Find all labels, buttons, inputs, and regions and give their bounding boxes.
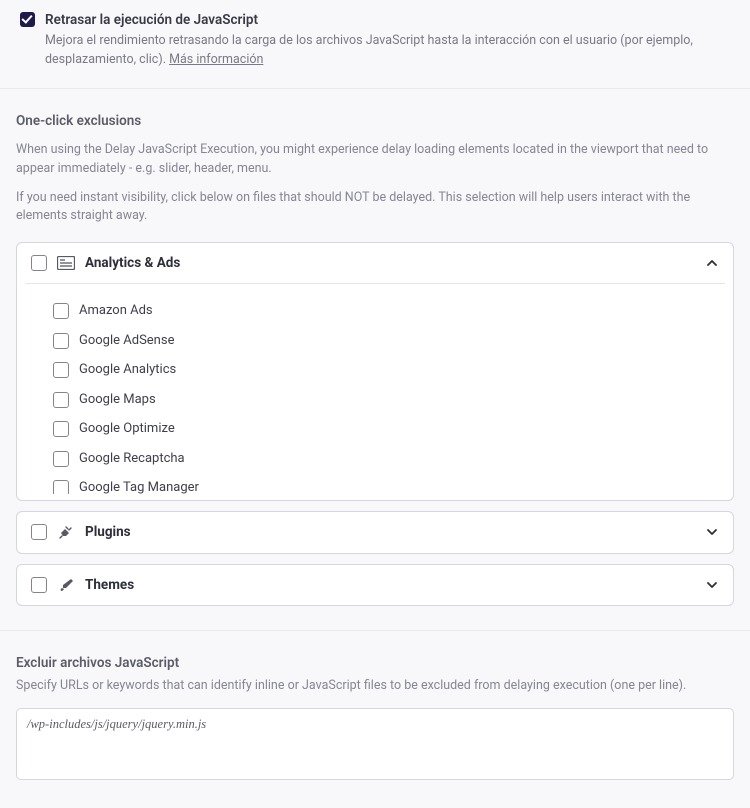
item-checkbox[interactable]: [53, 333, 69, 349]
item-label: Google Optimize: [79, 419, 175, 439]
more-info-link[interactable]: Más información: [169, 52, 263, 67]
item-label: Google AdSense: [79, 331, 174, 351]
item-label: Google Recaptcha: [79, 449, 185, 469]
plugins-label: Plugins: [85, 522, 705, 542]
item-checkbox[interactable]: [53, 451, 69, 467]
accordion-themes-header[interactable]: Themes: [17, 565, 733, 605]
list-item[interactable]: Google Analytics: [53, 355, 723, 385]
analytics-items-list: Amazon Ads Google AdSense Google Analyti…: [27, 292, 723, 494]
plug-icon: [57, 524, 75, 540]
analytics-icon: [57, 256, 75, 270]
themes-checkbox[interactable]: [31, 577, 47, 593]
exclusions-desc-2: If you need instant visibility, click be…: [16, 189, 734, 227]
item-checkbox[interactable]: [53, 362, 69, 378]
list-item[interactable]: Google Tag Manager: [53, 473, 723, 494]
analytics-checkbox[interactable]: [31, 255, 47, 271]
analytics-label: Analytics & Ads: [85, 253, 705, 273]
chevron-up-icon: [705, 256, 719, 270]
item-checkbox[interactable]: [53, 480, 69, 494]
item-label: Google Tag Manager: [79, 478, 199, 494]
delay-js-description: Mejora el rendimiento retrasando la carg…: [45, 32, 730, 70]
item-checkbox[interactable]: [53, 303, 69, 319]
accordion-plugins: Plugins: [16, 511, 734, 553]
list-item[interactable]: Google Recaptcha: [53, 444, 723, 474]
accordion-analytics-header[interactable]: Analytics & Ads: [17, 243, 733, 283]
exclusions-desc-1: When using the Delay JavaScript Executio…: [16, 141, 734, 179]
list-item[interactable]: Google AdSense: [53, 326, 723, 356]
delay-js-checkbox[interactable]: [20, 12, 35, 27]
exclude-desc: Specify URLs or keywords that can identi…: [16, 677, 734, 696]
accordion-themes: Themes: [16, 564, 734, 606]
exclude-textarea[interactable]: [16, 708, 734, 780]
item-label: Amazon Ads: [79, 301, 153, 321]
exclusions-heading: One-click exclusions: [16, 111, 734, 131]
delay-js-title: Retrasar la ejecución de JavaScript: [45, 10, 730, 32]
plugins-checkbox[interactable]: [31, 524, 47, 540]
item-checkbox[interactable]: [53, 421, 69, 437]
item-checkbox[interactable]: [53, 392, 69, 408]
chevron-down-icon: [705, 578, 719, 592]
accordion-analytics: Analytics & Ads Amazon Ads Google AdSens…: [16, 242, 734, 501]
accordion-plugins-header[interactable]: Plugins: [17, 512, 733, 552]
list-item[interactable]: Amazon Ads: [53, 296, 723, 326]
themes-label: Themes: [85, 575, 705, 595]
divider: [0, 88, 750, 89]
item-label: Google Maps: [79, 390, 156, 410]
divider: [0, 630, 750, 631]
chevron-down-icon: [705, 525, 719, 539]
exclude-heading: Excluir archivos JavaScript: [16, 653, 734, 673]
brush-icon: [57, 577, 75, 593]
list-item[interactable]: Google Maps: [53, 385, 723, 415]
list-item[interactable]: Google Optimize: [53, 414, 723, 444]
item-label: Google Analytics: [79, 360, 176, 380]
